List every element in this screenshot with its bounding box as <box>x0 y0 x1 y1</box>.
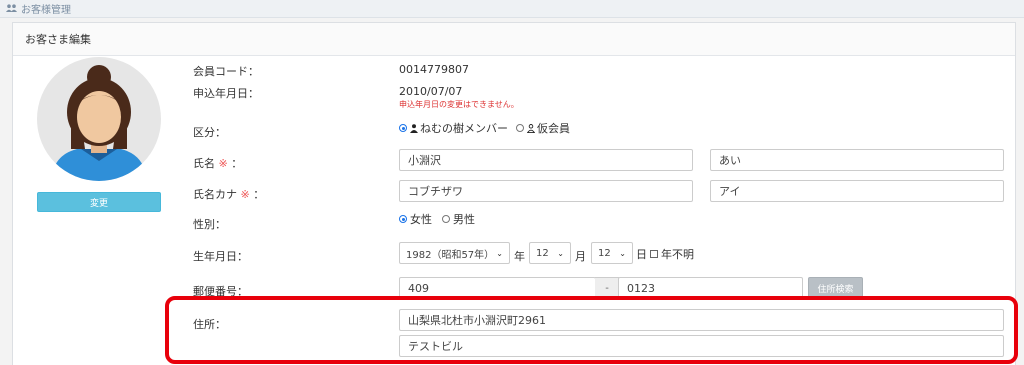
postal-code-2-input[interactable]: 0123 <box>618 277 803 299</box>
birth-day-unit: 日 <box>636 248 647 261</box>
birth-month-select[interactable]: 12 ⌄ <box>529 242 571 264</box>
address-line1-input[interactable]: 山梨県北杜市小淵沢町2961 <box>399 309 1004 331</box>
panel-title: お客さま編集 <box>25 33 91 46</box>
member-code-value: 0014779807 <box>399 63 469 76</box>
panel-header: お客さま編集 <box>13 23 1015 56</box>
gender-female-radio[interactable] <box>399 215 407 223</box>
gender-female-label: 女性 <box>410 213 432 226</box>
last-name-kana-input[interactable]: コブチザワ <box>399 180 693 202</box>
chevron-down-icon: ⌄ <box>557 248 564 258</box>
avatar-female-icon <box>37 57 161 181</box>
birth-day-select[interactable]: 12 ⌄ <box>591 242 633 264</box>
person-solid-icon <box>410 123 418 133</box>
gender-male-label: 男性 <box>453 213 475 226</box>
chevron-down-icon: ⌄ <box>496 248 503 258</box>
address-line2-input[interactable]: テストビル <box>399 335 1004 357</box>
name-label: 氏名 ※ ： <box>193 157 243 170</box>
category-member-radio[interactable] <box>399 124 407 132</box>
birth-year-select[interactable]: 1982（昭和57年） ⌄ <box>399 242 510 264</box>
top-bar: お客様管理 <box>0 0 1024 18</box>
category-temp-radio[interactable] <box>516 124 524 132</box>
apply-date-label: 申込年月日： <box>193 87 259 100</box>
last-name-input[interactable]: 小淵沢 <box>399 149 693 171</box>
apply-date-warning: 申込年月日の変更はできません。 <box>399 100 519 109</box>
gender-radio-group: 女性 男性 <box>399 212 475 226</box>
apply-date-value: 2010/07/07 <box>399 85 463 98</box>
address-search-button[interactable]: 住所検索 <box>808 277 863 299</box>
first-name-kana-input[interactable]: アイ <box>710 180 1004 202</box>
users-icon <box>6 4 17 12</box>
postal-label: 郵便番号： <box>193 285 248 298</box>
first-name-input[interactable]: あい <box>710 149 1004 171</box>
year-unknown-label: 年不明 <box>661 248 694 261</box>
name-kana-label: 氏名カナ ※ ： <box>193 188 265 201</box>
person-outline-icon <box>527 123 535 133</box>
birth-year-unit: 年 <box>514 250 525 263</box>
postal-code-1-input[interactable]: 409 <box>399 277 596 299</box>
chevron-down-icon: ⌄ <box>619 248 626 258</box>
birth-month-unit: 月 <box>575 250 586 263</box>
birth-day-row: 日 年不明 <box>636 247 694 261</box>
category-radio-group: ねむの樹メンバー 仮会員 <box>399 121 570 135</box>
change-photo-button[interactable]: 変更 <box>37 192 161 212</box>
gender-male-radio[interactable] <box>442 215 450 223</box>
address-label: 住所： <box>193 318 226 331</box>
category-label: 区分： <box>193 126 226 139</box>
customer-edit-panel: お客さま編集 変更 会員コード： 0014779807 申込年月日： 2010/… <box>12 22 1016 365</box>
postal-separator: - <box>595 277 619 299</box>
top-bar-title: お客様管理 <box>21 5 71 16</box>
category-member-label: ねむの樹メンバー <box>420 122 508 135</box>
birth-label: 生年月日： <box>193 250 248 263</box>
year-unknown-checkbox[interactable] <box>650 250 658 258</box>
gender-label: 性別： <box>193 218 226 231</box>
category-temp-label: 仮会員 <box>537 122 570 135</box>
member-code-label: 会員コード： <box>193 65 259 78</box>
